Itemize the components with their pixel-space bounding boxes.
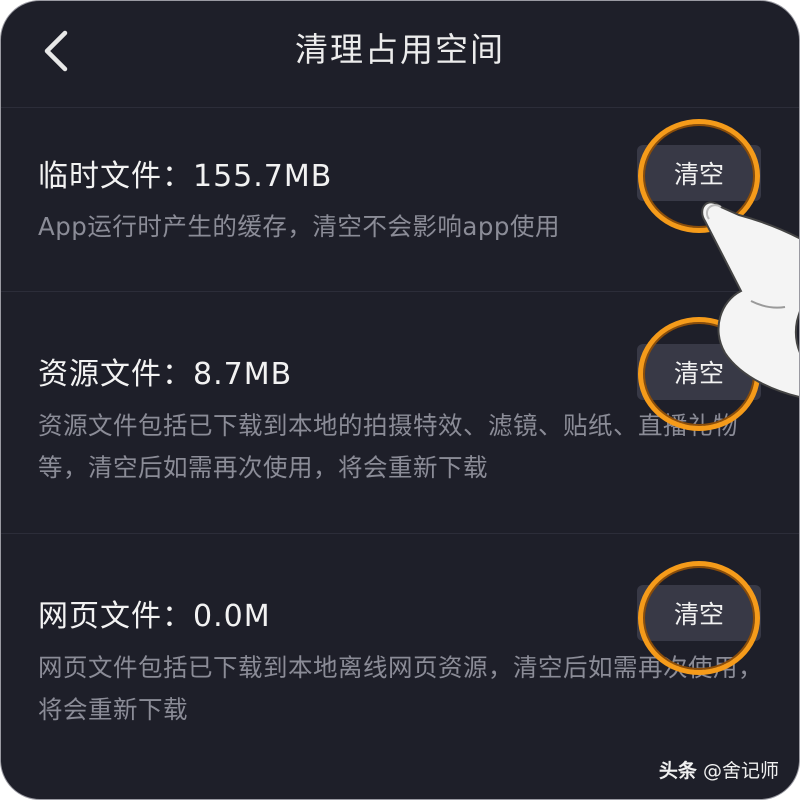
item-description: 资源文件包括已下载到本地的拍摄特效、滤镜、贴纸、直播礼物等，清空后如需再次使用，… bbox=[38, 411, 738, 482]
clear-web-files-button[interactable]: 清空 bbox=[637, 585, 761, 641]
divider bbox=[1, 533, 799, 534]
watermark-brand: 头条 bbox=[658, 760, 697, 782]
divider bbox=[1, 107, 799, 108]
item-description: App运行时产生的缓存，清空不会影响app使用 bbox=[38, 212, 560, 241]
item-description: 网页文件包括已下载到本地离线网页资源，清空后如需再次使用，将会重新下载 bbox=[38, 653, 763, 724]
watermark: 头条 @舍记师 bbox=[659, 756, 779, 783]
pointing-finger-icon bbox=[701, 201, 799, 398]
divider bbox=[1, 291, 799, 292]
app-screen: 清理占用空间 临时文件：155.7MB App运行时产生的缓存，清空不会影响ap… bbox=[0, 0, 800, 800]
watermark-author: @舍记师 bbox=[702, 760, 779, 782]
item-title: 网页文件：0.0M bbox=[38, 599, 271, 634]
page-title: 清理占用空间 bbox=[295, 30, 505, 69]
item-title: 临时文件：155.7MB bbox=[38, 159, 333, 194]
item-title: 资源文件：8.7MB bbox=[38, 357, 293, 392]
top-navigation-bar: 清理占用空间 bbox=[1, 1, 799, 101]
